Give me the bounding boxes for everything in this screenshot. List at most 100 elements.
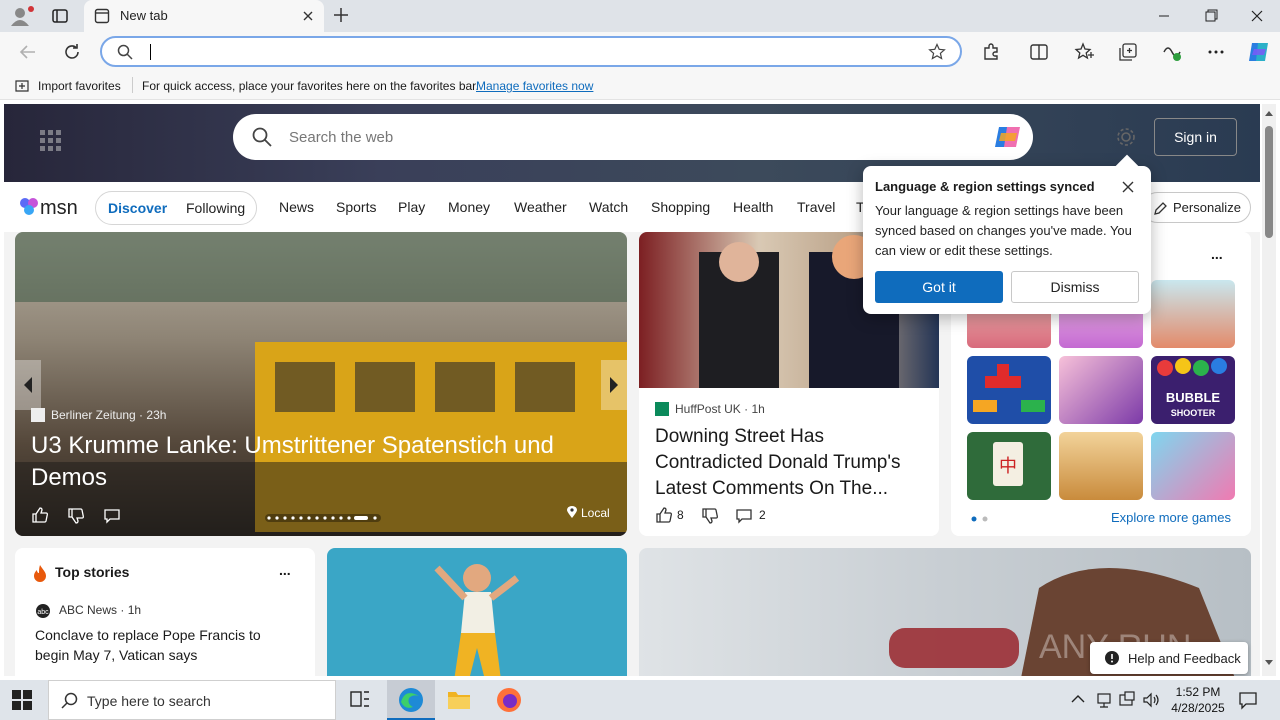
nav-item-shopping[interactable]: Shopping xyxy=(651,199,710,215)
news-title[interactable]: Downing Street Has Contradicted Donald T… xyxy=(655,424,929,502)
settings-gear-icon[interactable] xyxy=(1115,126,1137,148)
back-icon[interactable] xyxy=(17,41,39,63)
comment-count: 2 xyxy=(759,508,766,522)
top-stories-card: Top stories ... abc ABC News · 1h Concla… xyxy=(15,548,315,676)
refresh-icon[interactable] xyxy=(61,41,83,63)
import-favorites-button[interactable]: Import favorites xyxy=(38,79,121,93)
tab-new-tab[interactable]: New tab xyxy=(84,0,324,32)
copilot-icon[interactable] xyxy=(993,123,1023,151)
sign-in-button[interactable]: Sign in xyxy=(1154,118,1237,156)
restore-icon[interactable] xyxy=(1198,6,1222,26)
nav-item-health[interactable]: Health xyxy=(733,199,773,215)
top-stories-header: Top stories xyxy=(55,564,130,580)
extensions-icon[interactable] xyxy=(980,41,1002,63)
explore-more-games-link[interactable]: Explore more games xyxy=(1111,510,1231,525)
notification-center-icon[interactable] xyxy=(1238,690,1258,710)
taskbar-clock[interactable]: 1:52 PM 4/28/2025 xyxy=(1166,684,1230,716)
manage-favorites-link[interactable]: Manage favorites now xyxy=(476,79,593,93)
scrollbar-thumb[interactable] xyxy=(1265,126,1273,238)
firefox-icon[interactable] xyxy=(485,680,533,720)
game-tile-doctor[interactable] xyxy=(1151,280,1235,348)
collections-icon[interactable] xyxy=(1117,41,1139,63)
show-hidden-icons-chevron-up-icon[interactable] xyxy=(1071,694,1085,704)
carousel-dots[interactable] xyxy=(265,514,381,522)
web-search-input[interactable]: Search the web xyxy=(233,114,1033,160)
new-tab-button[interactable] xyxy=(332,6,350,24)
location-pin-icon xyxy=(567,506,577,519)
hero-title[interactable]: U3 Krumme Lanke: Umstrittener Spatenstic… xyxy=(31,430,591,494)
browser-essentials-icon[interactable] xyxy=(1161,41,1183,63)
game-tile-bubble-shooter[interactable]: BUBBLE SHOOTER xyxy=(1151,356,1235,424)
nav-item-play[interactable]: Play xyxy=(398,199,425,215)
scroll-down-arrow[interactable] xyxy=(1264,660,1274,666)
game-tile-makeup[interactable] xyxy=(1059,356,1143,424)
nav-item-weather[interactable]: Weather xyxy=(514,199,567,215)
dismiss-button[interactable]: Dismiss xyxy=(1011,271,1139,303)
news-source: HuffPost UK · 1h xyxy=(655,402,765,416)
favorites-icon[interactable] xyxy=(1073,41,1095,63)
tab-discover[interactable]: Discover xyxy=(108,200,167,216)
scroll-up-arrow[interactable] xyxy=(1264,110,1274,116)
dislike-icon[interactable] xyxy=(67,507,85,525)
games-page-dots[interactable] xyxy=(971,516,991,522)
tab-actions-icon[interactable] xyxy=(50,6,70,26)
game-tile-foot-doctor[interactable] xyxy=(1151,432,1235,500)
game-tile-mahjong[interactable]: 中 xyxy=(967,432,1051,500)
tab-following[interactable]: Following xyxy=(186,200,245,216)
personalize-button[interactable]: Personalize xyxy=(1142,192,1251,223)
hero-story-card[interactable]: Berliner Zeitung · 23h U3 Krumme Lanke: … xyxy=(15,232,627,536)
windows-start-icon[interactable] xyxy=(12,690,32,710)
apps-grid-icon[interactable] xyxy=(38,128,62,152)
search-icon xyxy=(61,692,79,710)
carousel-prev-arrow[interactable] xyxy=(15,360,41,410)
page-scrollbar[interactable] xyxy=(1262,104,1276,676)
favorites-hint-text: For quick access, place your favorites h… xyxy=(142,79,479,93)
ethernet-icon[interactable] xyxy=(1119,691,1135,709)
favorite-star-icon[interactable] xyxy=(928,43,946,61)
top-story-headline[interactable]: Conclave to replace Pope Francis to begi… xyxy=(35,625,295,665)
close-popup-icon[interactable] xyxy=(1121,180,1135,194)
carousel-next-arrow[interactable] xyxy=(601,360,627,410)
more-menu-icon[interactable] xyxy=(1205,41,1227,63)
network-status-icon[interactable] xyxy=(1096,691,1112,709)
edge-taskbar-icon[interactable] xyxy=(387,680,435,720)
minimize-icon[interactable] xyxy=(1152,6,1176,26)
like-icon[interactable] xyxy=(31,506,49,524)
address-bar-input[interactable] xyxy=(100,36,962,67)
file-explorer-icon[interactable] xyxy=(435,680,483,720)
comment-icon[interactable] xyxy=(735,507,753,525)
local-badge[interactable]: Local xyxy=(567,506,610,520)
help-feedback-button[interactable]: Help and Feedback xyxy=(1090,642,1248,674)
search-icon xyxy=(116,43,134,61)
top-stories-more-button[interactable]: ... xyxy=(279,562,291,578)
like-icon[interactable] xyxy=(655,506,673,524)
nav-item-travel[interactable]: Travel xyxy=(797,199,835,215)
text-caret xyxy=(150,44,151,60)
split-screen-icon[interactable] xyxy=(1028,41,1050,63)
game-tile-blocks[interactable] xyxy=(967,356,1051,424)
volume-icon[interactable] xyxy=(1142,691,1160,709)
nav-item-watch[interactable]: Watch xyxy=(589,199,628,215)
profile-icon[interactable] xyxy=(6,4,36,28)
games-more-button[interactable]: ... xyxy=(1211,246,1223,262)
nav-item-news[interactable]: News xyxy=(279,199,314,215)
like-count: 8 xyxy=(677,508,684,522)
comment-icon[interactable] xyxy=(103,507,121,525)
close-window-icon[interactable] xyxy=(1245,6,1269,26)
game-tile-screw-puzzle[interactable] xyxy=(1059,432,1143,500)
settings-synced-popup: Language & region settings synced Your l… xyxy=(863,154,1151,314)
got-it-button[interactable]: Got it xyxy=(875,271,1003,303)
msn-logo[interactable]: msn xyxy=(16,192,84,222)
task-view-icon[interactable] xyxy=(336,680,384,720)
top-story-time: 1h xyxy=(127,603,142,617)
svg-text:BUBBLE: BUBBLE xyxy=(1166,390,1220,405)
dislike-icon[interactable] xyxy=(701,507,719,525)
dancer-photo-card[interactable] xyxy=(327,548,627,676)
import-favorites-icon[interactable] xyxy=(14,78,30,94)
taskbar-search-input[interactable]: Type here to search xyxy=(48,680,336,720)
popup-body: Your language & region settings have bee… xyxy=(875,203,1132,258)
close-tab-icon[interactable] xyxy=(300,8,316,24)
copilot-icon[interactable] xyxy=(1246,39,1272,65)
nav-item-sports[interactable]: Sports xyxy=(336,199,376,215)
nav-item-money[interactable]: Money xyxy=(448,199,490,215)
